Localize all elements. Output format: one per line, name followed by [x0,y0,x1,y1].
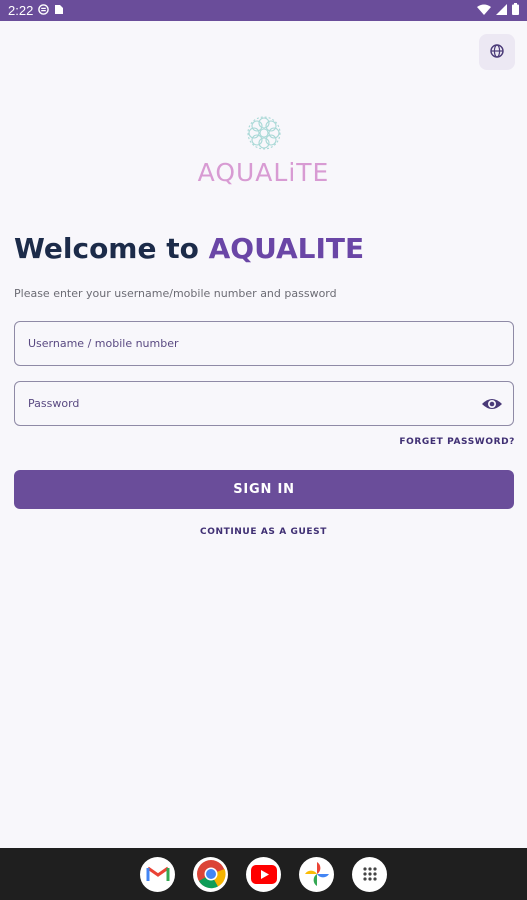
password-input[interactable] [15,382,513,425]
logo-emblem-icon [243,112,285,158]
app-drawer-icon[interactable] [352,856,387,892]
language-button[interactable] [479,34,515,70]
status-left: 2:22 [8,3,64,18]
title-brand: AQUALITE [208,232,365,265]
battery-icon [512,3,519,18]
signal-icon [496,3,507,18]
logo-text: AQUALiTE [197,158,330,187]
notification-icon [38,3,50,18]
status-time: 2:22 [8,3,34,18]
sign-in-button[interactable]: SIGN IN [14,470,514,509]
status-bar: 2:22 [0,0,527,21]
forgot-password-link[interactable]: FORGET PASSWORD? [399,437,515,447]
app-dock [0,848,527,900]
photos-icon[interactable] [299,856,334,892]
title-prefix: Welcome to [14,232,209,265]
eye-icon[interactable] [481,394,503,414]
page-title: Welcome to AQUALITE [14,232,364,265]
page-subtitle: Please enter your username/mobile number… [14,287,337,300]
status-right [477,3,519,18]
youtube-icon[interactable] [246,856,281,892]
gmail-icon[interactable] [140,856,175,892]
app-logo: AQUALiTE [0,112,527,187]
sim-card-icon [54,3,64,18]
continue-as-guest-link[interactable]: CONTINUE AS A GUEST [0,527,527,537]
username-field[interactable] [14,321,514,366]
chrome-icon[interactable] [193,856,228,892]
wifi-icon [477,3,491,18]
password-field[interactable] [14,381,514,426]
globe-icon [490,43,504,62]
username-input[interactable] [15,322,513,365]
